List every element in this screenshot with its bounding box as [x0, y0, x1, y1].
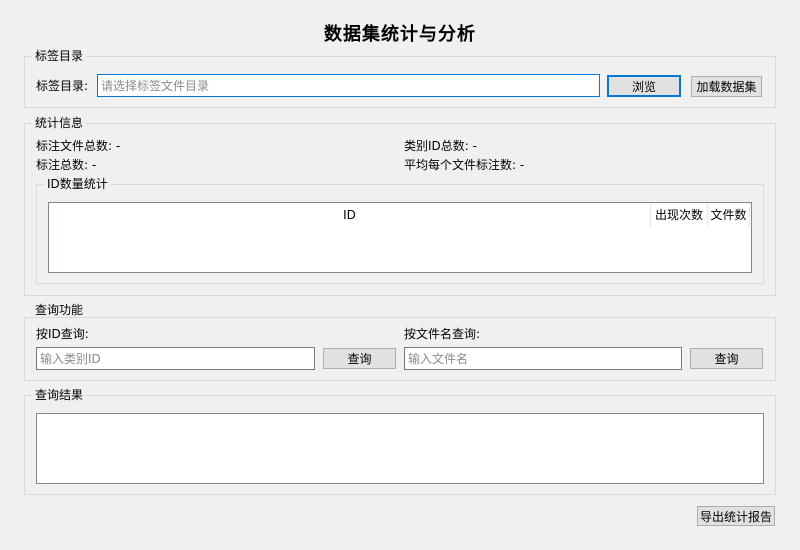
column-header-count[interactable]: 出现次数 [651, 203, 708, 227]
stats-group-title: 统计信息 [32, 116, 87, 130]
total-files-value: - [115, 139, 121, 153]
column-header-file-count[interactable]: 文件数 [708, 203, 750, 227]
label-dir-group-title: 标签目录 [32, 49, 87, 63]
results-group-title: 查询结果 [32, 388, 87, 402]
total-classes-label: 类别ID总数: [404, 139, 469, 153]
column-header-id[interactable]: ID [49, 203, 651, 227]
query-file-button[interactable]: 查询 [690, 348, 763, 369]
id-stats-group-title: ID数量统计 [44, 177, 111, 191]
label-dir-input[interactable] [97, 74, 600, 97]
browse-button[interactable]: 浏览 [607, 75, 681, 97]
query-by-file-label: 按文件名查询: [404, 327, 481, 341]
label-dir-field-label: 标签目录: [36, 79, 89, 93]
avg-per-file-label: 平均每个文件标注数: [404, 158, 517, 172]
avg-per-file-stat: 平均每个文件标注数: - [404, 157, 524, 173]
export-report-button[interactable]: 导出统计报告 [697, 506, 775, 526]
load-dataset-button[interactable]: 加载数据集 [691, 76, 762, 97]
query-id-button[interactable]: 查询 [323, 348, 396, 369]
results-textarea[interactable] [36, 413, 764, 484]
page-title: 数据集统计与分析 [324, 24, 476, 45]
total-annotations-stat: 标注总数: - [36, 157, 96, 173]
query-by-id-label: 按ID查询: [36, 327, 89, 341]
avg-per-file-value: - [519, 158, 525, 172]
query-id-input[interactable] [36, 347, 315, 370]
total-classes-stat: 类别ID总数: - [404, 138, 477, 154]
total-classes-value: - [472, 139, 477, 153]
query-file-input[interactable] [404, 347, 682, 370]
total-annotations-value: - [91, 158, 97, 172]
total-files-label: 标注文件总数: [36, 139, 113, 153]
query-group-title: 查询功能 [32, 303, 87, 317]
total-files-stat: 标注文件总数: - [36, 138, 120, 154]
id-stats-table[interactable]: ID 出现次数 文件数 [48, 202, 752, 273]
total-annotations-label: 标注总数: [36, 158, 89, 172]
